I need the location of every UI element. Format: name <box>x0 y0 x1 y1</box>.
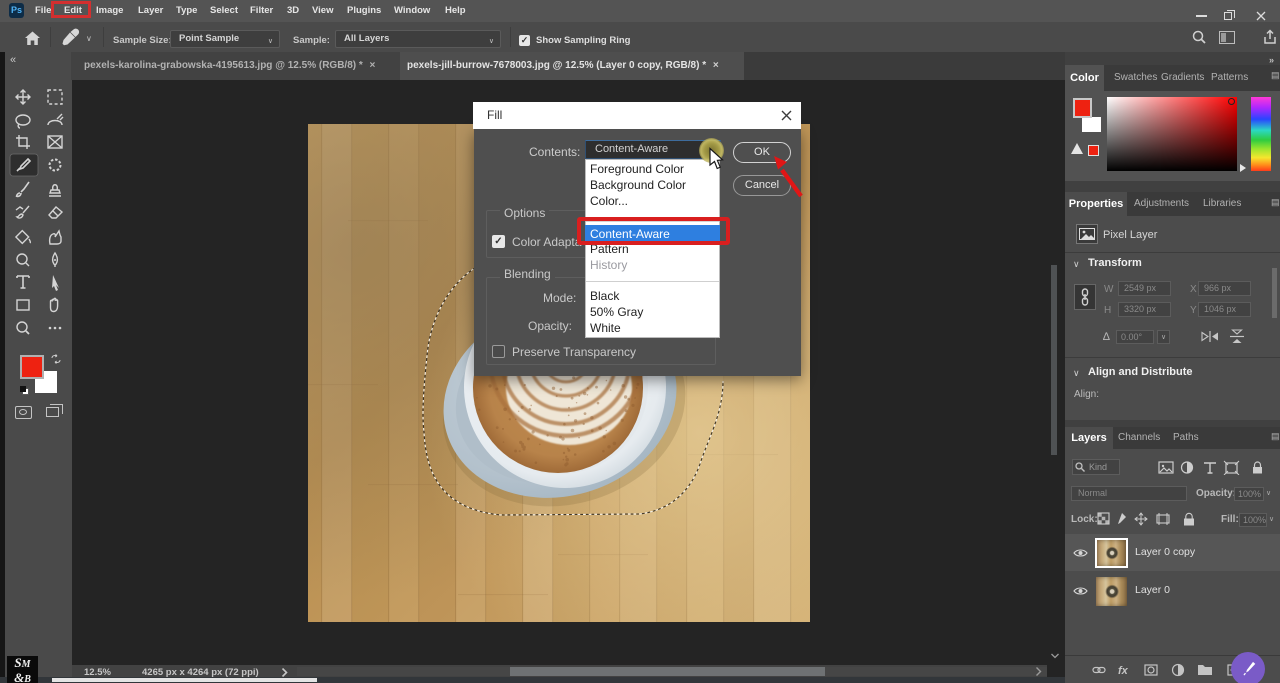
svg-text:fx: fx <box>1118 665 1129 677</box>
